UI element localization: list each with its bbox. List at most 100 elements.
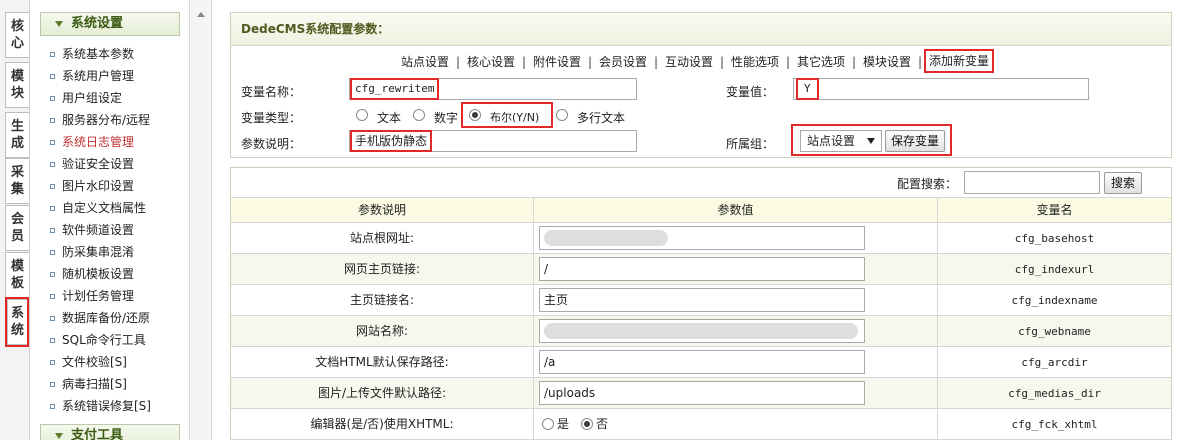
row-value-input[interactable]: [539, 319, 865, 343]
collapse-arrow-icon[interactable]: [197, 12, 205, 17]
row-varname: cfg_indexname: [1011, 294, 1098, 307]
tab-system-char2: 统: [10, 323, 24, 338]
tab-member-char1: 会: [10, 212, 24, 227]
bullet-icon: [50, 382, 55, 387]
sidebar-item-usergroup[interactable]: 用户组设定: [48, 88, 122, 108]
sidebar-item-log[interactable]: 系统日志管理: [48, 132, 134, 152]
sidebar-item-label: 文件校验[S]: [62, 355, 127, 369]
bullet-icon: [50, 294, 55, 299]
save-variable-button[interactable]: 保存变量: [885, 130, 945, 152]
tab-attachment-settings[interactable]: 附件设置: [533, 53, 581, 73]
xhtml-no-radio[interactable]: [581, 418, 593, 430]
sidebar-item-doc-attr[interactable]: 自定义文档属性: [48, 198, 146, 218]
row-value-input[interactable]: [539, 226, 865, 250]
tab-generate-char1: 生: [10, 119, 24, 134]
sidebar-heading-system-settings[interactable]: 系统设置: [40, 12, 180, 36]
sidebar-item-software[interactable]: 软件频道设置: [48, 220, 134, 240]
tab-member[interactable]: 会 员: [5, 205, 29, 251]
tab-performance[interactable]: 性能选项: [731, 53, 779, 73]
search-label: 配置搜索：: [897, 177, 958, 191]
search-row: 配置搜索： 搜索: [231, 168, 1171, 198]
var-value-input[interactable]: Y: [793, 78, 1089, 100]
tab-core[interactable]: 核 心: [5, 12, 29, 58]
tab-interaction-settings[interactable]: 互动设置: [665, 53, 713, 73]
group-label: 所属组：: [726, 137, 775, 151]
sidebar-heading-payment[interactable]: 支付工具: [40, 424, 180, 440]
type-multiline-radio[interactable]: [556, 109, 568, 121]
sidebar-item-label: 系统日志管理: [62, 135, 135, 149]
sidebar-heading-label: 系统设置: [71, 16, 124, 31]
type-number-radio[interactable]: [413, 109, 425, 121]
column-header-varname: 变量名: [1036, 203, 1073, 217]
group-select[interactable]: 站点设置: [800, 130, 882, 152]
tab-separator: |: [720, 55, 725, 69]
sidebar-item-label: 病毒扫描[S]: [62, 377, 127, 391]
var-name-value: cfg_rewritem: [349, 78, 440, 100]
sidebar-item-basic-params[interactable]: 系统基本参数: [48, 44, 134, 64]
module-tab-column: 核 心 模 块 生 成 采 集 会 员 模 板 系 统: [0, 0, 30, 440]
sidebar-item-virus-scan[interactable]: 病毒扫描[S]: [48, 374, 127, 394]
sidebar-item-error-fix[interactable]: 系统错误修复[S]: [48, 396, 151, 416]
tab-template[interactable]: 模 板: [5, 252, 29, 298]
tab-module-char2: 块: [10, 86, 24, 101]
sidebar-item-label: 系统错误修复[S]: [62, 399, 151, 413]
sidebar-item-label: 随机模板设置: [62, 267, 135, 281]
search-button[interactable]: 搜索: [1104, 172, 1142, 194]
tab-system[interactable]: 系 统: [5, 297, 29, 347]
tab-module[interactable]: 模 块: [5, 62, 29, 108]
sidebar-item-db-backup[interactable]: 数据库备份/还原: [48, 308, 150, 328]
tab-module-settings[interactable]: 模块设置: [863, 53, 911, 73]
sidebar-item-anti-collect[interactable]: 防采集串混淆: [48, 242, 134, 262]
redacted-value: [544, 323, 858, 339]
sidebar-item-server[interactable]: 服务器分布/远程: [48, 110, 150, 130]
sidebar-item-label: 用户组设定: [62, 91, 123, 105]
sidebar-item-sql[interactable]: SQL命令行工具: [48, 330, 146, 350]
sidebar-item-label: 图片水印设置: [62, 179, 135, 193]
row-desc: 编辑器(是/否)使用XHTML:: [231, 409, 534, 440]
tab-module-char1: 模: [10, 69, 24, 84]
bullet-icon: [50, 228, 55, 233]
sidebar-splitter[interactable]: [190, 0, 212, 440]
tab-separator: |: [786, 55, 791, 69]
sidebar-item-label: 软件频道设置: [62, 223, 135, 237]
row-desc: 网站名称:: [231, 316, 534, 347]
sidebar-item-random-template[interactable]: 随机模板设置: [48, 264, 134, 284]
sidebar-item-security[interactable]: 验证安全设置: [48, 154, 134, 174]
tab-collect[interactable]: 采 集: [5, 158, 29, 204]
bullet-icon: [50, 404, 55, 409]
chevron-down-icon: [55, 21, 63, 27]
row-value-input[interactable]: /: [539, 257, 865, 281]
column-header-value: 参数值: [534, 198, 938, 223]
row-varname: cfg_fck_xhtml: [1011, 418, 1098, 431]
tab-generate[interactable]: 生 成: [5, 112, 29, 158]
tab-add-variable[interactable]: 添加新变量: [923, 49, 995, 73]
sidebar-item-user-manage[interactable]: 系统用户管理: [48, 66, 134, 86]
bullet-icon: [50, 118, 55, 123]
tab-other[interactable]: 其它选项: [797, 53, 845, 73]
row-value-input[interactable]: 主页: [539, 288, 865, 312]
bullet-icon: [50, 316, 55, 321]
desc-input[interactable]: 手机版伪静态: [349, 130, 637, 152]
type-text-radio[interactable]: [356, 109, 368, 121]
tab-member-settings[interactable]: 会员设置: [599, 53, 647, 73]
row-varname: cfg_arcdir: [1021, 356, 1088, 369]
row-value-cell: /: [534, 254, 938, 285]
tab-core-settings[interactable]: 核心设置: [467, 53, 515, 73]
row-value-input[interactable]: /uploads: [539, 381, 865, 405]
type-bool-radio[interactable]: [469, 109, 481, 121]
row-value-input[interactable]: /a: [539, 350, 865, 374]
tab-site-settings[interactable]: 站点设置: [401, 53, 449, 73]
sidebar-heading-label: 支付工具: [71, 428, 124, 440]
var-name-input[interactable]: cfg_rewritem: [349, 78, 637, 100]
sidebar-item-watermark[interactable]: 图片水印设置: [48, 176, 134, 196]
type-bool-label: 布尔(Y/N): [490, 111, 540, 124]
sidebar-item-tasks[interactable]: 计划任务管理: [48, 286, 134, 306]
sidebar-item-label: 计划任务管理: [62, 289, 135, 303]
row-desc: 图片/上传文件默认路径:: [231, 378, 534, 409]
xhtml-yes-radio[interactable]: [542, 418, 554, 430]
var-value-value: Y: [796, 78, 819, 100]
sidebar-item-file-check[interactable]: 文件校验[S]: [48, 352, 127, 372]
config-search-input[interactable]: [964, 171, 1100, 194]
bullet-icon: [50, 96, 55, 101]
tab-core-char2: 心: [10, 36, 24, 51]
